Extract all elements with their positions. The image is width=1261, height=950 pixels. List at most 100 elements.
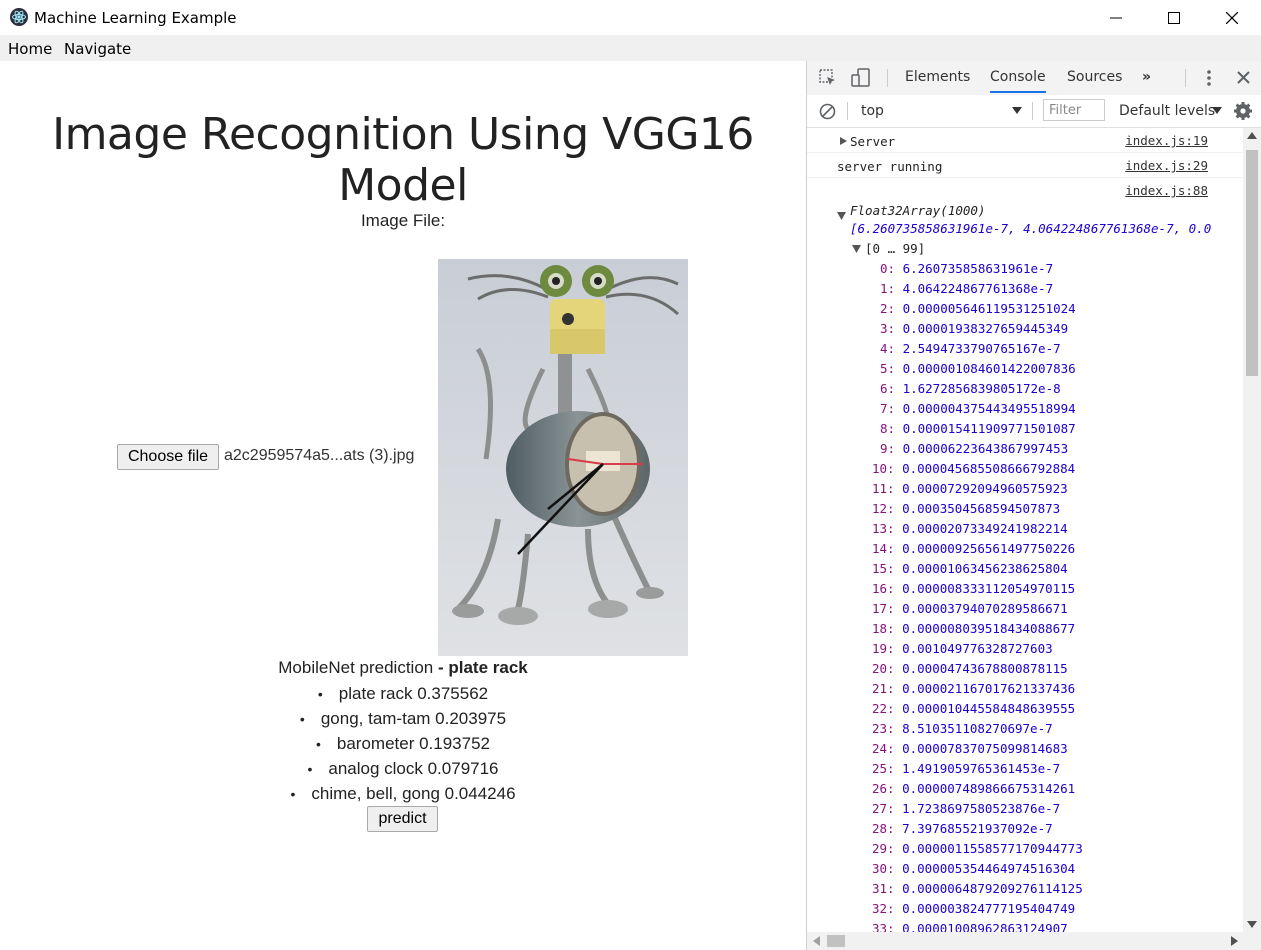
uploaded-image-preview [438, 259, 688, 656]
array-value: 0.00007837075099814683 [902, 741, 1068, 756]
array-value: 0.000015411909771501087 [902, 421, 1076, 436]
console-settings-gear-icon[interactable] [1234, 102, 1252, 120]
toolbar-divider [887, 69, 888, 87]
array-value: 0.0000064879209276114125 [902, 881, 1083, 896]
array-index: 22: [872, 701, 903, 716]
clear-console-icon[interactable] [819, 103, 836, 120]
inspect-element-icon[interactable] [819, 69, 837, 87]
prediction-item: barometer 0.193752 [0, 731, 806, 756]
console-output: Server index.js:19 server running index.… [807, 128, 1244, 932]
array-value-row: 10: 0.000045685508666792884 [872, 461, 1075, 476]
array-value: 2.5494733790765167e-7 [902, 341, 1061, 356]
toolbar-divider [1185, 69, 1186, 87]
array-index: 1: [880, 281, 903, 296]
choose-file-button[interactable]: Choose file [117, 444, 219, 470]
array-value: 0.0000011558577170944773 [902, 841, 1083, 856]
array-index: 28: [872, 821, 903, 836]
array-value: 0.000009256561497750226 [902, 541, 1076, 556]
array-index: 21: [872, 681, 903, 696]
array-value-row: 31: 0.0000064879209276114125 [872, 881, 1083, 896]
array-value: 0.000010445584848639555 [902, 701, 1076, 716]
log-source-link[interactable]: index.js:29 [1125, 158, 1208, 173]
array-index: 16: [872, 581, 903, 596]
predict-button[interactable]: predict [367, 806, 438, 832]
scroll-up-icon[interactable] [1247, 132, 1257, 139]
array-index: 25: [872, 761, 903, 776]
array-value: 6.260735858631961e-7 [902, 261, 1054, 276]
log-source-link[interactable]: index.js:88 [1125, 183, 1208, 198]
array-value: 0.00007292094960575923 [902, 481, 1068, 496]
prediction-item: gong, tam-tam 0.203975 [0, 706, 806, 731]
array-value: 0.000007489866675314261 [902, 781, 1076, 796]
array-value: 0.000021167017621337436 [902, 681, 1076, 696]
array-index: 11: [872, 481, 903, 496]
scroll-down-icon[interactable] [1247, 921, 1257, 928]
close-button[interactable] [1203, 0, 1261, 35]
array-value-row: 24: 0.00007837075099814683 [872, 741, 1068, 756]
array-value-row: 4: 2.5494733790765167e-7 [880, 341, 1061, 356]
console-filter-input[interactable] [1043, 99, 1105, 121]
more-tabs-button[interactable]: » [1142, 69, 1151, 85]
context-selector[interactable]: top [861, 103, 884, 119]
kebab-menu-icon[interactable] [1203, 69, 1215, 87]
array-value: 0.00006223643867997453 [902, 441, 1069, 456]
array-value-row: 14: 0.000009256561497750226 [872, 541, 1075, 556]
menu-bar: Home Navigate [0, 35, 1261, 62]
main-page: Image Recognition Using VGG16 Model Imag… [0, 61, 806, 950]
array-value-row: 0: 6.260735858631961e-7 [880, 261, 1053, 276]
array-value-row: 19: 0.001049776328727603 [872, 641, 1053, 656]
array-value-row: 15: 0.00001063456238625804 [872, 561, 1068, 576]
scroll-left-icon[interactable] [813, 936, 820, 946]
tab-sources[interactable]: Sources [1067, 69, 1122, 85]
collapse-triangle-icon[interactable] [837, 212, 846, 220]
array-value: 0.00001063456238625804 [902, 561, 1068, 576]
array-value-row: 28: 7.397685521937092e-7 [872, 821, 1053, 836]
array-index: 9: [880, 441, 903, 456]
array-index: 29: [872, 841, 903, 856]
toolbar-divider [1032, 102, 1033, 120]
array-value: 0.00002073349241982214 [902, 521, 1068, 536]
console-vertical-scrollbar[interactable] [1243, 128, 1261, 932]
devtools-panel: Elements Console Sources » top Default l… [806, 61, 1261, 950]
array-value: 0.001049776328727603 [902, 641, 1053, 656]
array-value-row: 5: 0.000001084601422007836 [880, 361, 1076, 376]
array-value-row: 13: 0.00002073349241982214 [872, 521, 1068, 536]
array-value-row: 16: 0.000008333112054970115 [872, 581, 1075, 596]
array-value: 0.000001084601422007836 [902, 361, 1076, 376]
array-range-group[interactable]: [0 … 99] [865, 241, 925, 256]
maximize-button[interactable] [1145, 0, 1203, 35]
array-preview: [6.260735858631961e-7, 4.064224867761368… [850, 221, 1212, 236]
array-value: 0.000008333112054970115 [902, 581, 1076, 596]
expand-triangle-icon[interactable] [840, 137, 847, 145]
minimize-button[interactable] [1087, 0, 1145, 35]
scrollbar-thumb[interactable] [827, 935, 845, 947]
console-log-row[interactable]: Server index.js:19 [807, 128, 1244, 153]
array-value: 1.6272856839805172e-8 [902, 381, 1061, 396]
device-toolbar-icon[interactable] [851, 68, 871, 88]
log-source-link[interactable]: index.js:19 [1125, 133, 1208, 148]
close-devtools-icon[interactable] [1237, 71, 1250, 84]
tab-elements[interactable]: Elements [905, 69, 970, 85]
array-index: 7: [880, 401, 903, 416]
array-index: 17: [872, 601, 903, 616]
page-title: Image Recognition Using VGG16 Model [52, 109, 754, 211]
console-horizontal-scrollbar[interactable] [807, 932, 1261, 950]
array-index: 12: [872, 501, 903, 516]
scroll-right-icon[interactable] [1231, 936, 1238, 946]
array-value-row: 26: 0.000007489866675314261 [872, 781, 1075, 796]
collapse-triangle-icon[interactable] [852, 245, 861, 253]
array-index: 19: [872, 641, 903, 656]
array-value-row: 27: 1.7238697580523876e-7 [872, 801, 1060, 816]
array-value-row: 21: 0.000021167017621337436 [872, 681, 1075, 696]
log-levels-dropdown[interactable]: Default levels [1119, 103, 1215, 119]
menu-item-navigate[interactable]: Navigate [64, 40, 131, 58]
array-index: 4: [880, 341, 903, 356]
array-value-row: 3: 0.00001938327659445349 [880, 321, 1068, 336]
menu-item-home[interactable]: Home [8, 40, 52, 58]
array-index: 8: [880, 421, 903, 436]
array-value: 0.000005646119531251024 [902, 301, 1076, 316]
tab-console[interactable]: Console [990, 69, 1046, 93]
array-index: 30: [872, 861, 903, 876]
array-index: 24: [872, 741, 903, 756]
scrollbar-thumb[interactable] [1246, 150, 1258, 376]
